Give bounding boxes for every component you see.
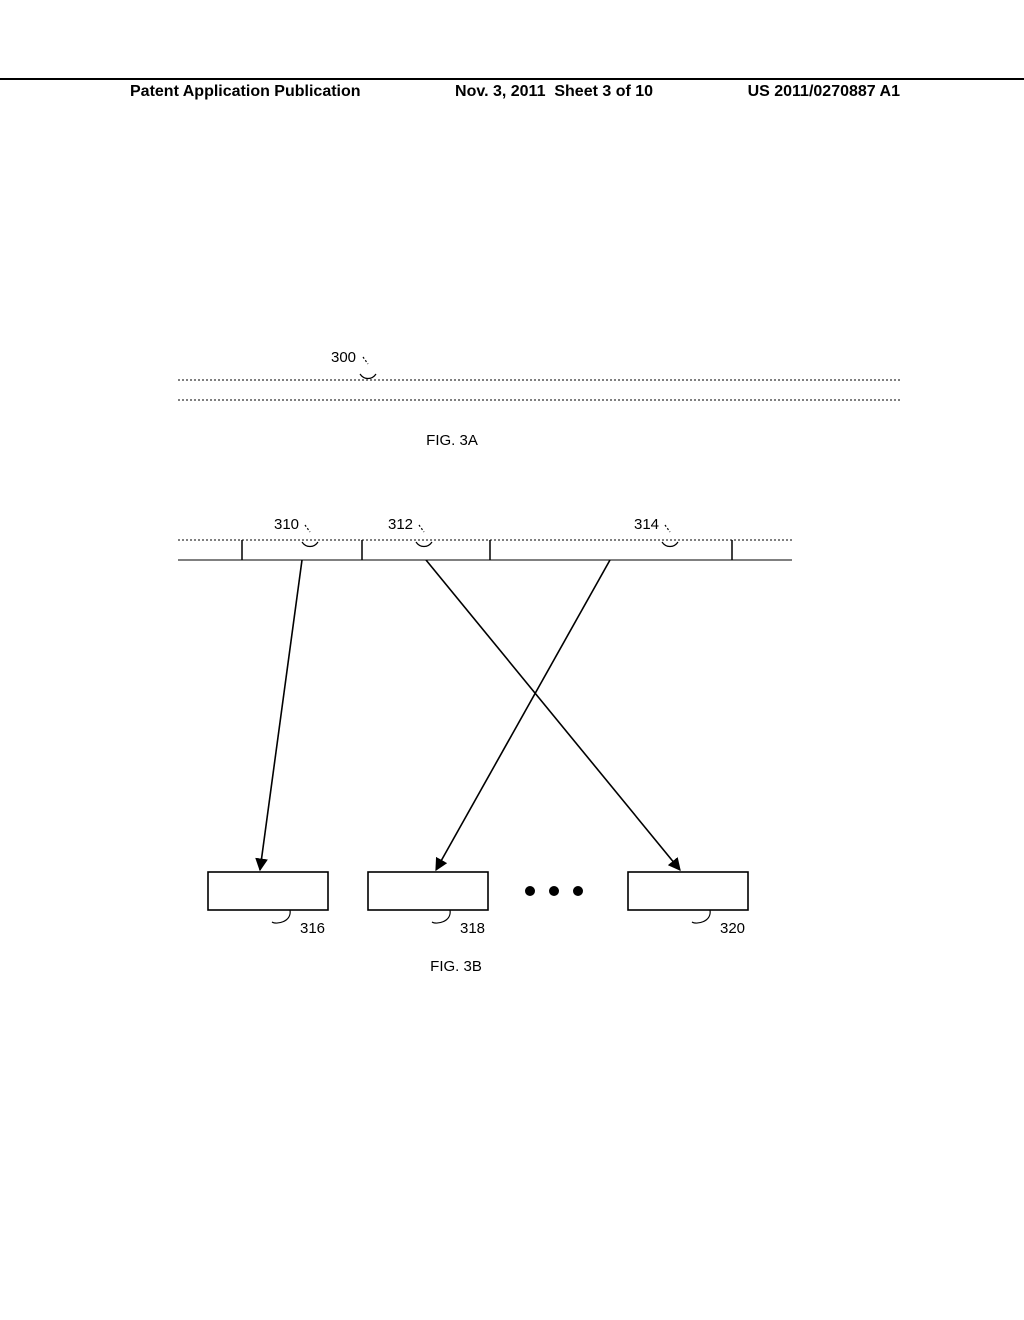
- lead-310: [300, 520, 328, 548]
- ref-310: 310: [274, 516, 299, 533]
- ref-312: 312: [388, 516, 413, 533]
- header-right: US 2011/0270887 A1: [748, 83, 900, 101]
- page-header: Patent Application Publication Nov. 3, 2…: [0, 78, 1024, 101]
- ref-320: 320: [720, 920, 745, 937]
- fig3a-label: FIG. 3A: [412, 432, 492, 449]
- ref-300: 300: [331, 349, 356, 366]
- lead-300: [358, 352, 386, 380]
- fig3a-drawing: [0, 360, 1024, 440]
- ref-318: 318: [460, 920, 485, 937]
- lead-314: [660, 520, 688, 548]
- lead-312: [414, 520, 442, 548]
- fig3b-drawing: [0, 520, 1024, 1000]
- ref-314: 314: [634, 516, 659, 533]
- fig3b-label: FIG. 3B: [416, 958, 496, 975]
- header-left: Patent Application Publication: [130, 83, 361, 101]
- ref-316: 316: [300, 920, 325, 937]
- header-center: Nov. 3, 2011 Sheet 3 of 10: [455, 83, 653, 101]
